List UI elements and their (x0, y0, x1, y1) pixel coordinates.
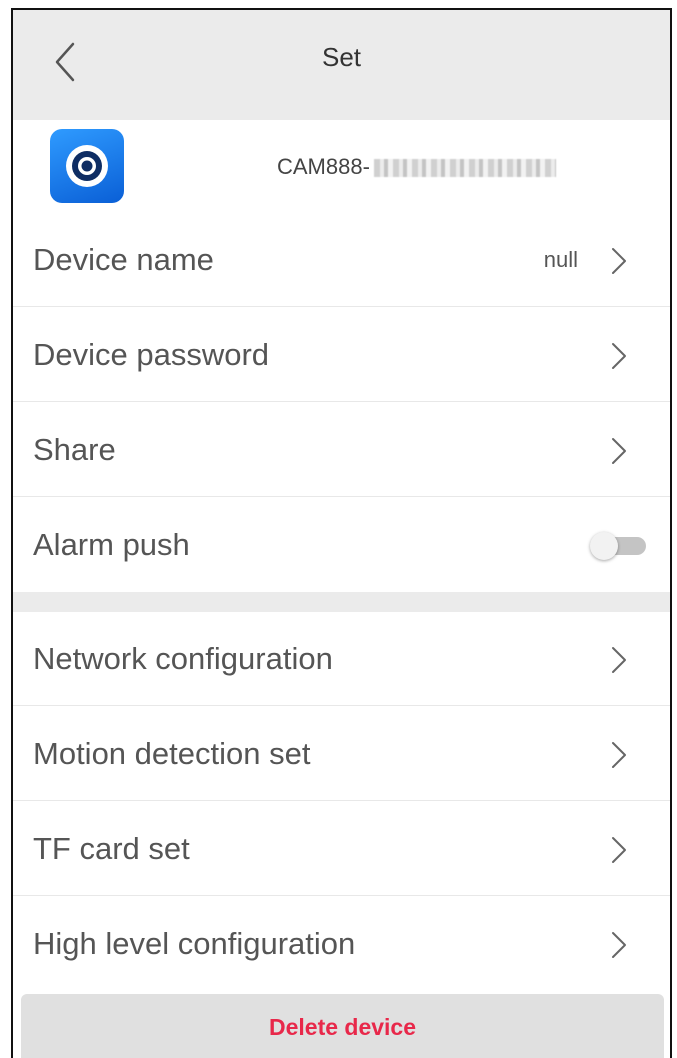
row-label: TF card set (33, 831, 190, 866)
device-id-obscured (373, 159, 556, 178)
chevron-right-icon (612, 438, 626, 464)
screen: Set CAM888- Device name null Device pass… (11, 8, 672, 1058)
page-title: Set (321, 42, 362, 72)
chevron-right-icon (612, 647, 626, 673)
row-label: High level configuration (33, 926, 356, 961)
chevron-right-icon (612, 932, 626, 958)
chevron-right-icon (612, 837, 626, 863)
row-tf-card-set[interactable]: TF card set (13, 802, 670, 896)
device-id-prefix: CAM888- (277, 154, 370, 179)
section-divider (13, 592, 670, 612)
row-label: Network configuration (33, 641, 333, 676)
device-header: CAM888- (13, 120, 670, 214)
row-label: Alarm push (33, 527, 190, 562)
row-label: Device password (33, 337, 270, 372)
row-label: Share (33, 432, 116, 467)
row-label: Motion detection set (33, 736, 311, 771)
chevron-right-icon (612, 742, 626, 768)
camera-eye-icon (50, 129, 124, 203)
toggle-knob (590, 532, 618, 560)
alarm-push-toggle[interactable] (590, 532, 648, 560)
row-network-configuration[interactable]: Network configuration (13, 612, 670, 706)
device-id: CAM888- (277, 154, 556, 180)
chevron-right-icon (612, 248, 626, 274)
row-share[interactable]: Share (13, 403, 670, 497)
row-label: Device name (33, 242, 214, 277)
row-device-password[interactable]: Device password (13, 308, 670, 402)
row-alarm-push: Alarm push (13, 498, 670, 592)
top-bar: Set (13, 10, 670, 120)
chevron-right-icon (612, 343, 626, 369)
row-device-name[interactable]: Device name null (13, 213, 670, 307)
row-high-level-configuration[interactable]: High level configuration (13, 897, 670, 991)
row-motion-detection-set[interactable]: Motion detection set (13, 707, 670, 801)
device-name-value: null (543, 247, 578, 272)
delete-device-button[interactable]: Delete device (21, 994, 664, 1058)
